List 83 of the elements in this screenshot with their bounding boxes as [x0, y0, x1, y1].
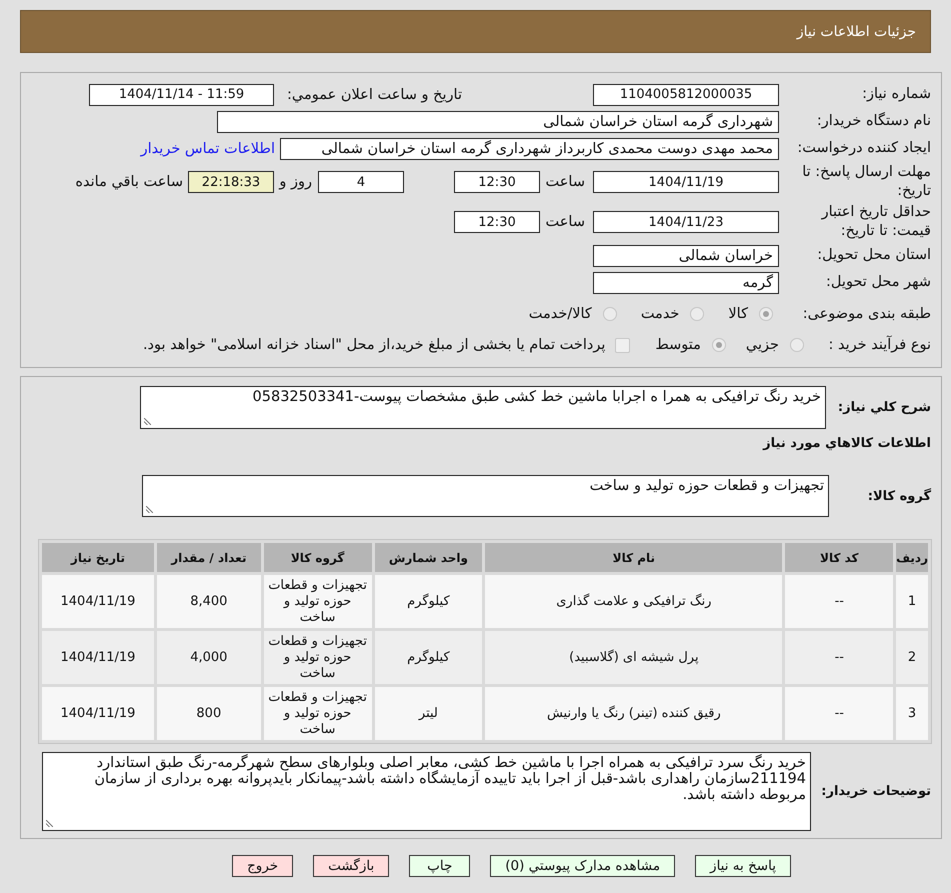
table-cell: 1404/11/19 — [42, 687, 154, 740]
province-field[interactable]: خراسان شمالی — [593, 244, 779, 266]
field-label: ساعت — [544, 214, 586, 230]
radio-button[interactable] — [690, 307, 704, 321]
field-label: ايجاد کننده درخواست: — [796, 139, 932, 158]
field-label: ساعت — [544, 174, 586, 190]
field-label: مهلت ارسال پاسخ: تا تاريخ: — [801, 163, 932, 201]
table-cell: تجهیزات و قطعات حوزه تولید و ساخت — [264, 631, 372, 684]
announce-date-field[interactable]: 1404/11/14 - 11:59 — [89, 84, 274, 106]
deadline-date-field[interactable]: 1404/11/19 — [593, 171, 779, 193]
column-header: تاریخ نیاز — [42, 543, 154, 572]
column-header: ردیف — [896, 543, 928, 572]
table-cell: رقیق کننده (تینر) رنگ یا وارنیش — [485, 687, 782, 740]
resize-grip-icon[interactable] — [46, 820, 53, 827]
requester-field[interactable]: محمد مهدی دوست محمدی کاربرداز شهرداری گرمه استان خراسان شمالی — [280, 138, 779, 160]
table-cell: -- — [785, 687, 894, 740]
table-cell: 4,000 — [156, 631, 261, 684]
option-label: خدمت — [640, 306, 680, 322]
validity-date-field[interactable]: 1404/11/23 — [593, 211, 779, 233]
attachments-button[interactable]: مشاهده مدارک پيوستي (0) — [490, 855, 676, 877]
field-label: نوع فرآيند خريد : — [828, 336, 932, 354]
need-number-field[interactable]: 1104005812000035 — [593, 84, 779, 106]
column-header: واحد شمارش — [374, 543, 482, 572]
table-cell: 3 — [896, 687, 928, 740]
radio-button[interactable] — [759, 307, 773, 321]
table-cell: 800 — [156, 687, 261, 740]
option-label: کالا/خدمت — [528, 306, 592, 322]
field-label: گروه کالا: — [866, 488, 932, 504]
table-cell: 1 — [896, 575, 928, 628]
table-cell: پرل شیشه ای (گلاسبید) — [485, 631, 782, 684]
resize-grip-icon[interactable] — [144, 418, 151, 425]
table-cell: -- — [785, 575, 894, 628]
column-header: کد کالا — [785, 543, 894, 572]
field-label: ساعت باقي مانده — [75, 174, 183, 190]
table-cell: 2 — [896, 631, 928, 684]
summary-textarea[interactable]: خرید رنگ ترافیکی به همرا ه اجرابا ماشین خط کشی طبق مشخصات پیوست-05832503341 — [140, 386, 826, 429]
field-label: شماره نیاز: — [861, 85, 932, 104]
field-label: توضیحات خریدار: — [820, 784, 932, 799]
remaining-time-field[interactable]: 22:18:33 — [188, 171, 274, 193]
print-button[interactable]: چاپ — [409, 855, 470, 877]
table-cell: کیلوگرم — [374, 631, 482, 684]
field-label: حداقل تاريخ اعتبار قيمت: تا تاريخ: — [820, 203, 932, 241]
field-label: تاريخ و ساعت اعلان عمومي: — [286, 86, 462, 102]
time-field[interactable]: 12:30 — [454, 171, 540, 193]
column-header: نام کالا — [485, 543, 782, 572]
option-label: متوسط — [655, 337, 701, 353]
field-label: طبقه بندی موضوعی: — [802, 304, 932, 324]
goods-group-textarea[interactable]: تجهیزات و قطعات حوزه تولید و ساخت — [142, 475, 829, 517]
radio-button[interactable] — [712, 338, 726, 352]
table-cell: کیلوگرم — [374, 575, 482, 628]
table-cell: رنگ ترافیکی و علامت گذاری — [485, 575, 782, 628]
field-label: استان محل تحويل: — [816, 246, 932, 265]
city-field[interactable]: گرمه — [593, 272, 779, 294]
back-button[interactable]: بازگشت — [313, 855, 390, 877]
radio-button[interactable] — [602, 307, 617, 321]
resize-grip-icon[interactable] — [146, 506, 153, 513]
table-cell: 8,400 — [156, 575, 261, 628]
checkbox[interactable] — [615, 338, 630, 352]
column-header: گروه کالا — [264, 543, 372, 572]
field-label: شرح کلي نياز: — [836, 400, 932, 415]
table-cell: تجهیزات و قطعات حوزه تولید و ساخت — [264, 575, 372, 628]
time-field[interactable]: 12:30 — [454, 211, 540, 233]
option-label: جزيي — [746, 337, 779, 353]
reply-button[interactable]: پاسخ به نياز — [695, 855, 791, 877]
radio-button[interactable] — [790, 338, 804, 352]
table-cell: -- — [785, 631, 894, 684]
page-title: جزئیات اطلاعات نیاز — [796, 24, 916, 40]
days-field[interactable]: 4 — [318, 171, 404, 193]
column-header: تعداد / مقدار — [156, 543, 261, 572]
field-label: نام دستگاه خريدار: — [816, 112, 932, 131]
option-label: کالا — [728, 306, 748, 322]
buyer-notes-textarea[interactable]: خرید رنگ سرد ترافیکی به همراه اجرا با ماشین خط کشی، معابر اصلی وبلوارهای سطح شهرگرمه-رنگ طبق استاندارد 211194سازمان راهداری باشد-قبل از اجرا باید تاییده آزمایشگاه داشته باشد-پیمانکار بایدپروانه بهره برداری از سازمان مربوطه داشته باشد. — [42, 752, 811, 831]
section-heading: اطلاعات کالاهاي مورد نياز — [762, 435, 932, 453]
field-label: روز و — [278, 174, 313, 190]
table-cell: تجهیزات و قطعات حوزه تولید و ساخت — [264, 687, 372, 740]
contact-link[interactable]: اطلاعات تماس خريدار — [140, 140, 275, 156]
field-label: شهر محل تحويل: — [825, 273, 932, 292]
buyer-name-field[interactable]: شهرداری گرمه استان خراسان شمالی — [217, 110, 779, 132]
table-cell: 1404/11/19 — [42, 631, 154, 684]
table-cell: لیتر — [374, 687, 482, 740]
exit-button[interactable]: خروج — [232, 855, 294, 877]
table-cell: 1404/11/19 — [42, 575, 154, 628]
checkbox-label: پرداخت تمام یا بخشی از مبلغ خرید،از محل "اسناد خزانه اسلامی" خواهد بود. — [142, 337, 606, 353]
